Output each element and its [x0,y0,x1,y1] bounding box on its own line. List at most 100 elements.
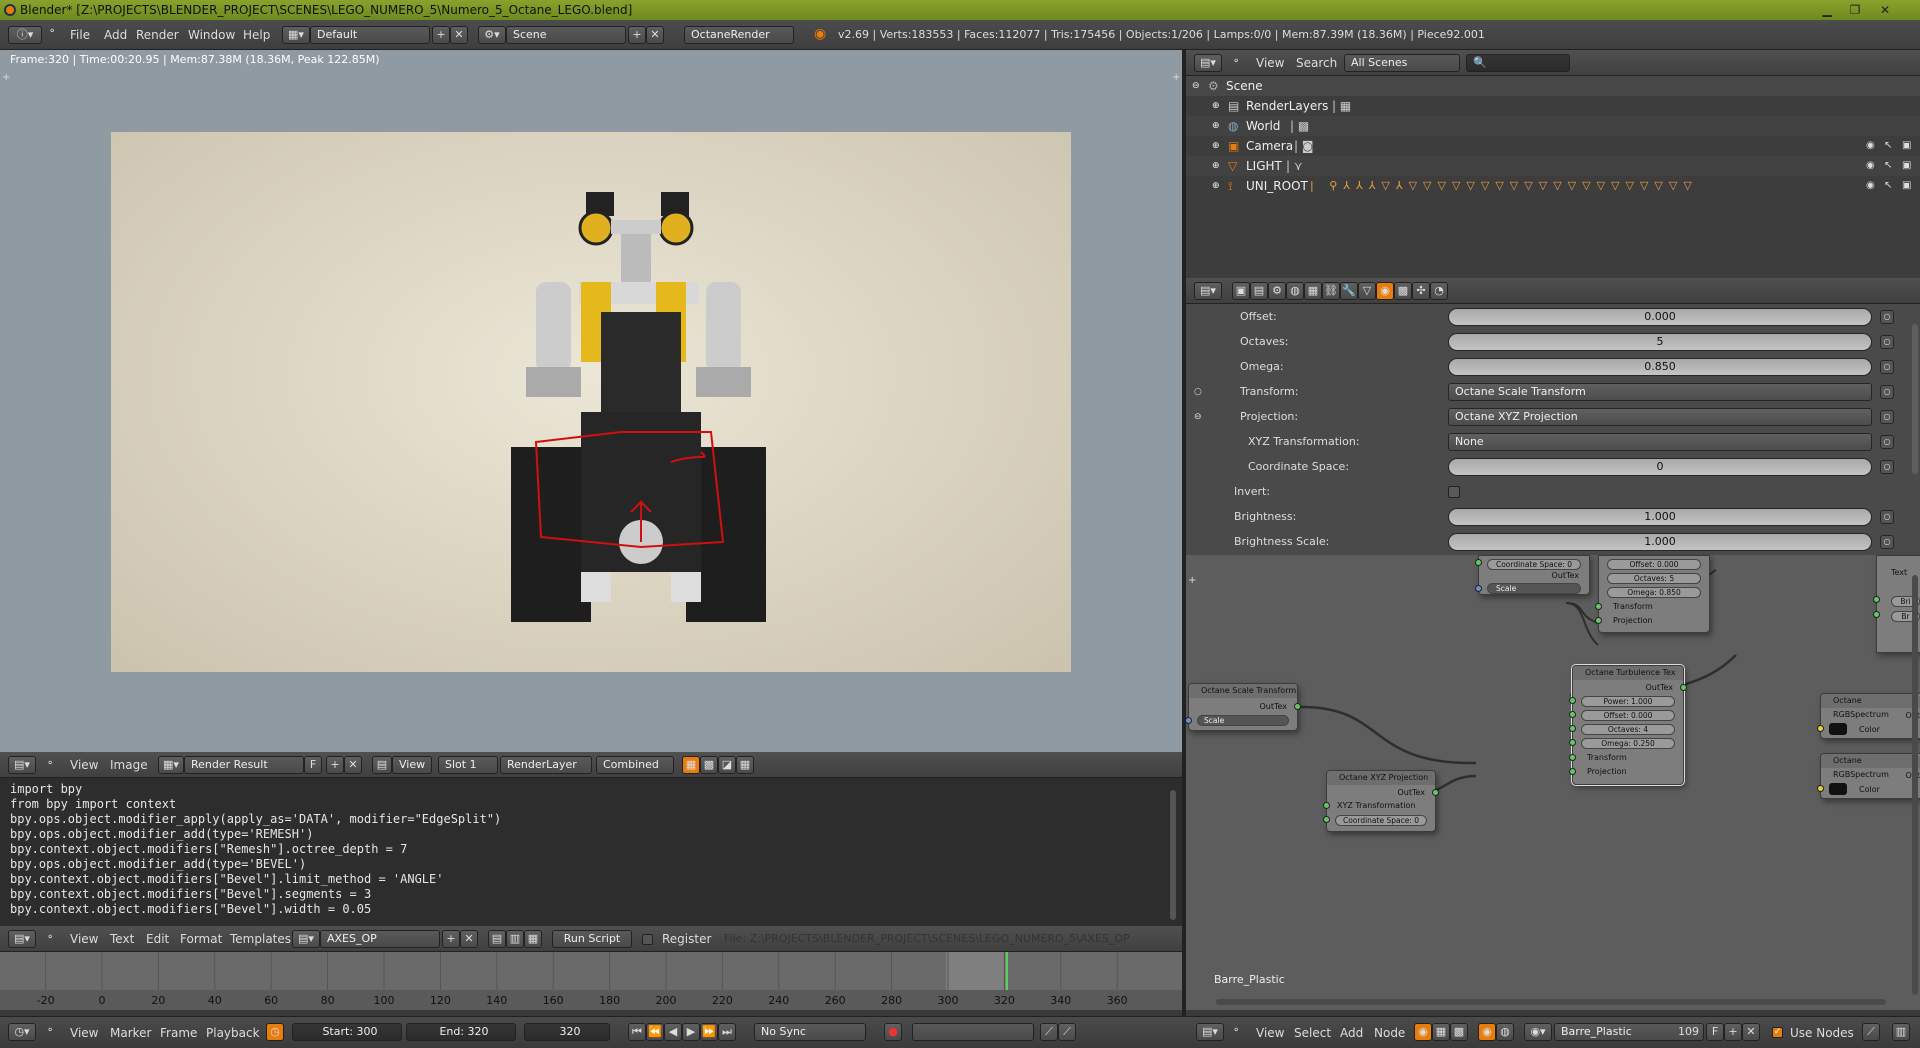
link-icon[interactable]: ○ [1880,360,1894,374]
expand-toggle-icon[interactable]: ⊕ [1212,96,1220,116]
delete-key-icon[interactable]: ⟋ [1058,1023,1076,1041]
menu-view[interactable]: View [70,1020,98,1046]
menu-marker[interactable]: Marker [110,1020,151,1046]
visibility-eye-icon[interactable]: ◉ [1866,181,1878,191]
link-icon[interactable]: ○ [1880,410,1894,424]
input-socket[interactable] [1595,603,1602,610]
syntax-icon[interactable]: ▦ [524,930,542,948]
text-scrollbar[interactable] [1170,790,1176,920]
new-material-icon[interactable]: + [1724,1023,1742,1041]
menu-view[interactable]: View [1256,50,1284,76]
offset-field[interactable]: Offset: 0.000 [1607,559,1701,570]
backdrop-icon[interactable]: ▥ [1892,1023,1910,1041]
input-socket[interactable] [1323,816,1330,823]
property-dropdown[interactable]: Octane Scale Transform [1448,383,1872,401]
output-socket[interactable] [1432,789,1439,796]
minimize-icon[interactable]: ▁ [1818,2,1836,18]
jump-start-icon[interactable]: ⏮ [628,1023,646,1041]
visibility-eye-icon[interactable]: ◉ [1866,141,1878,151]
menu-select[interactable]: Select [1294,1020,1331,1046]
menu-frame[interactable]: Frame [160,1020,197,1046]
outliner-item-light[interactable]: ⊕ ▽ LIGHT | ⋎ ◉ ↖ ▣ [1186,156,1920,176]
python-code-area[interactable]: import bpy from bpy import context bpy.o… [0,778,1182,926]
preview-range-icon[interactable]: ◷ [266,1023,284,1041]
input-socket[interactable] [1595,617,1602,624]
menu-image[interactable]: Image [110,752,148,778]
node-scale-transform[interactable]: Octane Scale Transform OutTex Scale [1185,683,1301,731]
color-swatch[interactable] [1829,783,1847,795]
link-icon[interactable]: ○ [1880,435,1894,449]
texture-tab-icon[interactable]: ▩ [1394,282,1412,300]
invert-checkbox[interactable] [1448,486,1460,498]
world-tab-icon[interactable]: ◍ [1286,282,1304,300]
menu-view[interactable]: View [1256,1020,1284,1046]
property-slider[interactable]: 1.000 [1448,533,1872,551]
image-browse-icon[interactable]: ▦▾ [158,756,184,774]
run-script-button[interactable]: Run Script [552,930,632,948]
remove-layout-icon[interactable]: ✕ [450,26,468,44]
property-slider[interactable]: 0.850 [1448,358,1872,376]
input-socket[interactable] [1873,611,1880,618]
editor-type-icon[interactable]: ▤▾ [1196,1023,1224,1041]
editor-type-icon[interactable]: ▤▾ [8,756,36,774]
text-browse-icon[interactable]: ▤▾ [292,930,320,948]
omega-field[interactable]: Omega: 0.250 [1581,738,1675,749]
link-icon[interactable]: ○ [1880,535,1894,549]
render-camera-icon[interactable]: ▣ [1902,161,1914,171]
remove-scene-icon[interactable]: ✕ [646,26,664,44]
property-dropdown[interactable]: Octane XYZ Projection [1448,408,1872,426]
add-scene-icon[interactable]: + [628,26,646,44]
data-tab-icon[interactable]: ▽ [1358,282,1376,300]
world-icon[interactable]: ◍ [1496,1023,1514,1041]
node-editor-canvas[interactable]: + Coordinate Space: 0 OutTex Scale Offse… [1185,555,1920,1010]
display-mode-select[interactable]: All Scenes [1344,54,1460,72]
node-turbulence-tex[interactable]: Octane Turbulence Tex OutTex Power: 1.00… [1569,665,1687,785]
expand-toggle-icon[interactable]: ⊕ [1212,156,1220,176]
render-layers-tab-icon[interactable]: ▤ [1250,282,1268,300]
screen-layout-field[interactable]: Default [310,26,430,44]
grid-icon[interactable]: ▦ [736,756,754,774]
end-frame-field[interactable]: End: 320 [406,1023,516,1041]
link-icon[interactable]: ○ [1880,310,1894,324]
octaves-field[interactable]: Octaves: 4 [1581,724,1675,735]
modifiers-tab-icon[interactable]: 🔧 [1340,282,1358,300]
scene-tab-icon[interactable]: ⚙ [1268,282,1286,300]
output-socket[interactable] [1294,703,1301,710]
unlink-image-icon[interactable]: ✕ [344,756,362,774]
link-icon[interactable]: ○ [1880,510,1894,524]
fake-user-toggle[interactable]: F [1706,1023,1724,1041]
register-checkbox[interactable] [642,934,653,945]
menu-add[interactable]: Add [104,22,127,48]
corner-plus-icon[interactable]: + [1172,72,1180,83]
line-numbers-icon[interactable]: ▤ [488,930,506,948]
collapse-icon[interactable]: ⚬ [46,758,54,769]
play-icon[interactable]: ▶ [682,1023,700,1041]
input-socket[interactable] [1817,725,1824,732]
new-image-icon[interactable]: + [326,756,344,774]
collapse-icon[interactable]: ⚬ [46,1025,54,1036]
render-camera-icon[interactable]: ▣ [1902,141,1914,151]
property-slider[interactable]: 0.000 [1448,308,1872,326]
property-slider[interactable]: 5 [1448,333,1872,351]
draw-zbuf-icon[interactable]: ◪ [718,756,736,774]
node-rgb-spectrum-2[interactable]: Octane RGBSpectrum Out Color [1817,753,1920,799]
input-socket[interactable] [1185,717,1192,724]
socket-link-icon[interactable]: ⊖ [1194,406,1202,428]
insert-key-icon[interactable]: ⟋ [1040,1023,1058,1041]
next-key-icon[interactable]: ⏩ [700,1023,718,1041]
menu-view[interactable]: View [70,926,98,952]
property-slider[interactable]: 1.000 [1448,508,1872,526]
render-engine-select[interactable]: OctaneRender [684,26,794,44]
render-pass-select[interactable]: Combined [596,756,674,774]
node-top-left[interactable]: Coordinate Space: 0 OutTex Scale [1475,555,1590,595]
texture-nodes-icon[interactable]: ▩ [1450,1023,1468,1041]
menu-format[interactable]: Format [180,926,222,952]
editor-type-icon[interactable]: ◷▾ [8,1023,36,1041]
view-select[interactable]: View [392,756,432,774]
offset-field[interactable]: Offset: 0.000 [1581,710,1675,721]
outliner-item-renderlayers[interactable]: ⊕ ▤ RenderLayers | ▦ [1186,96,1920,116]
slot-select[interactable]: Slot 1 [438,756,498,774]
vertical-scrollbar[interactable] [1912,575,1918,995]
unlink-text-icon[interactable]: ✕ [460,930,478,948]
expand-toggle-icon[interactable]: ⊕ [1212,136,1220,156]
